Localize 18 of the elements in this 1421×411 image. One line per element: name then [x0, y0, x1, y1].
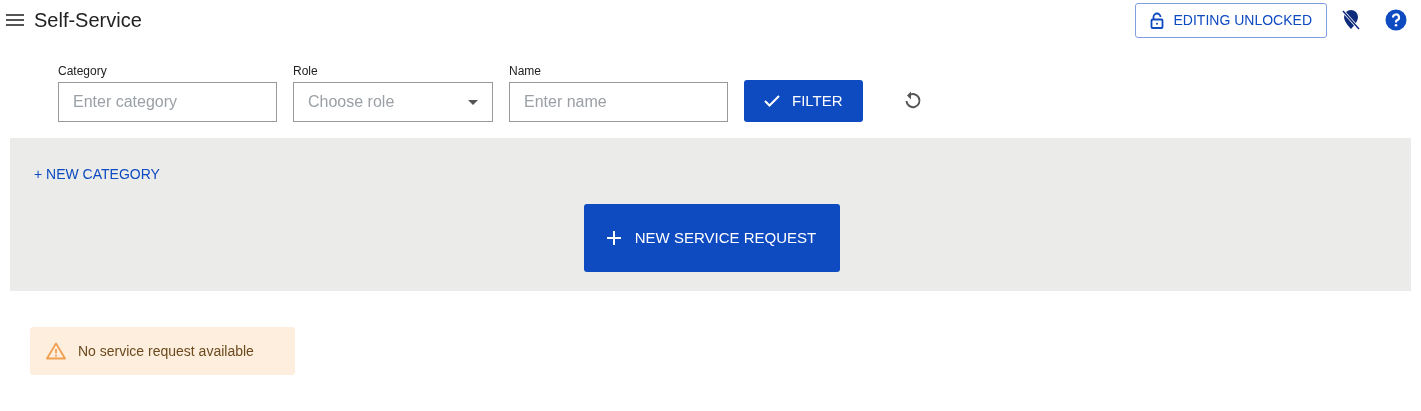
input-field[interactable]: Enter category [58, 82, 277, 122]
new-service-request-button[interactable]: NEW SERVICE REQUEST [583, 204, 840, 272]
filter-button[interactable]: FILTER [744, 80, 863, 122]
location-off-icon[interactable] [1341, 9, 1361, 31]
alert-message: No service request available [78, 341, 254, 361]
dropdown-caret-icon [468, 99, 478, 105]
warning-icon [46, 342, 66, 360]
field-label: Name [509, 63, 542, 80]
new-category-link[interactable]: + NEW CATEGORY [34, 164, 160, 185]
input-field[interactable]: Enter name [509, 82, 728, 122]
check-icon [764, 95, 780, 107]
editing-toggle-button[interactable]: EDITING UNLOCKED [1134, 2, 1327, 38]
plus-icon [606, 231, 621, 245]
field-label: Role [293, 63, 319, 80]
menu-icon[interactable] [6, 13, 24, 27]
page-title: Self-Service [34, 8, 142, 33]
help-icon[interactable] [1385, 9, 1407, 31]
field-label: Category [58, 63, 108, 80]
